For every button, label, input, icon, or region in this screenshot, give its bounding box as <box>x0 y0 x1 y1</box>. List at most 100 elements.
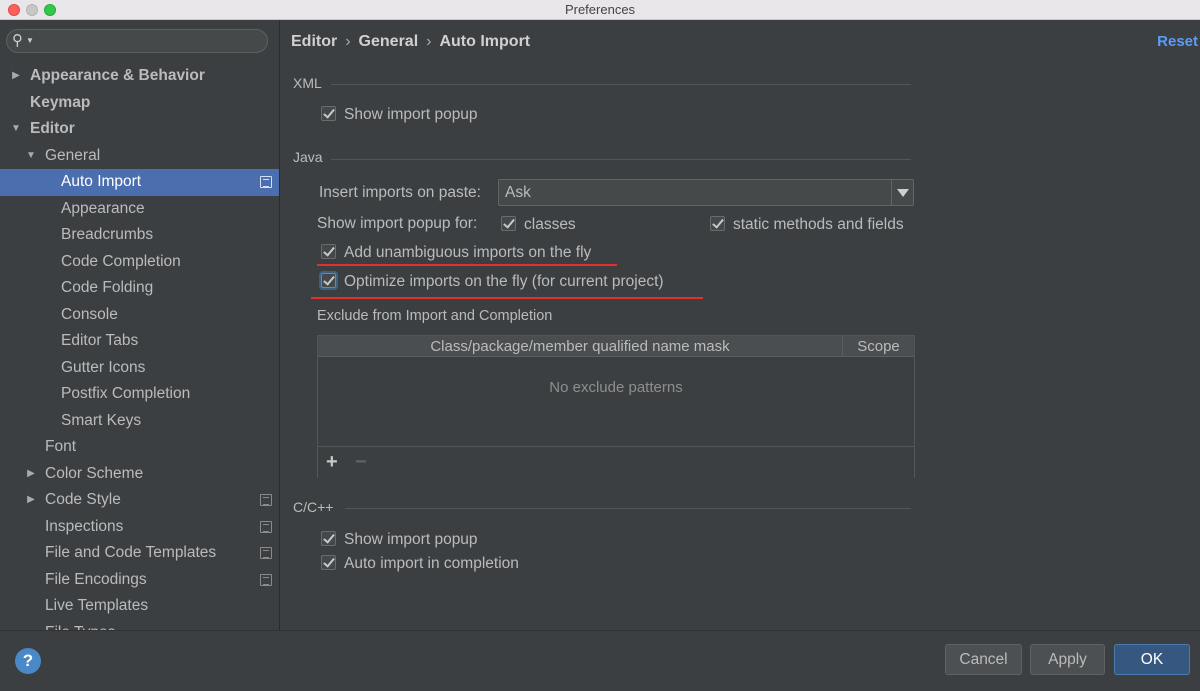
sidebar-item-label: File and Code Templates <box>45 544 217 561</box>
project-scope-icon <box>260 176 272 188</box>
breadcrumb: Editor › General › Auto Import <box>291 33 530 51</box>
xml-show-import-popup-checkbox[interactable]: Show import popup <box>321 105 478 125</box>
exclude-patterns-table[interactable]: Class/package/member qualified name mask… <box>317 335 915 478</box>
add-unambiguous-imports-checkbox[interactable]: Add unambiguous imports on the fly <box>321 243 591 263</box>
sidebar-item-editor-tabs[interactable]: Editor Tabs <box>0 328 279 355</box>
java-section-title: Java <box>293 149 323 165</box>
exclude-section-title: Exclude from Import and Completion <box>317 308 553 324</box>
project-scope-icon <box>260 547 272 559</box>
xml-section-title: XML <box>293 75 322 91</box>
sidebar-item-code-style[interactable]: ▶ Code Style <box>0 487 279 514</box>
window-title: Preferences <box>564 2 636 17</box>
sidebar-item-gutter-icons[interactable]: Gutter Icons <box>0 355 279 382</box>
checkbox-checked-icon <box>710 216 725 231</box>
collapsed-arrow-icon[interactable]: ▶ <box>25 461 37 487</box>
sidebar-item-live-templates[interactable]: Live Templates <box>0 593 279 620</box>
breadcrumb-separator: › <box>426 33 432 50</box>
red-underline-annotation <box>317 264 617 266</box>
xml-show-import-popup-label: Show import popup <box>344 106 478 123</box>
optimize-imports-label: Optimize imports on the fly (for current… <box>344 273 664 290</box>
static-methods-label: static methods and fields <box>733 216 904 233</box>
sidebar-item-auto-import[interactable]: Auto Import <box>0 169 279 196</box>
sidebar-item-label: Console <box>61 305 118 323</box>
sidebar-item-label: Inspections <box>45 517 124 535</box>
sidebar-item-label: Code Completion <box>61 252 181 270</box>
apply-button[interactable]: Apply <box>1030 644 1105 675</box>
insert-imports-value: Ask <box>505 184 531 201</box>
xml-section-divider <box>331 84 911 85</box>
java-section-divider <box>331 159 911 160</box>
sidebar-item-label: Smart Keys <box>61 411 142 429</box>
sidebar-item-label: File Encodings <box>45 570 147 588</box>
checkbox-checked-icon <box>501 216 516 231</box>
classes-checkbox[interactable]: classes <box>501 215 576 235</box>
expanded-arrow-icon[interactable]: ▼ <box>25 143 37 169</box>
breadcrumb-auto-import: Auto Import <box>439 33 531 50</box>
breadcrumb-general: General <box>358 33 419 50</box>
sidebar-item-console[interactable]: Console <box>0 302 279 329</box>
search-input[interactable]: ⚲ ▼ <box>6 29 268 53</box>
cpp-show-import-popup-checkbox[interactable]: Show import popup <box>321 530 478 550</box>
sidebar-item-label: Live Templates <box>45 597 149 614</box>
project-scope-icon <box>260 573 272 586</box>
remove-pattern-button[interactable]: − <box>355 451 367 474</box>
help-icon[interactable]: ? <box>15 648 41 674</box>
cpp-section-divider <box>345 508 911 509</box>
sidebar-item-code-folding[interactable]: Code Folding <box>0 275 279 302</box>
search-history-dropdown-icon[interactable]: ▼ <box>26 36 34 45</box>
sidebar-item-label: Keymap <box>30 93 91 111</box>
sidebar-item-inspections[interactable]: Inspections <box>0 514 279 541</box>
ok-button[interactable]: OK <box>1114 644 1190 675</box>
checkbox-checked-icon <box>321 273 336 288</box>
insert-imports-select[interactable]: Ask <box>498 179 914 206</box>
sidebar-item-label: File Types <box>45 620 115 631</box>
search-icon: ⚲ <box>12 32 23 49</box>
sidebar-item-file-types[interactable]: File Types <box>0 620 279 631</box>
sidebar-item-general[interactable]: ▼ General <box>0 143 279 170</box>
title-bar: Preferences <box>0 0 1200 20</box>
chevron-down-icon[interactable] <box>891 180 913 205</box>
sidebar-item-keymap[interactable]: Keymap <box>0 90 279 117</box>
cpp-auto-import-completion-checkbox[interactable]: Auto import in completion <box>321 554 519 574</box>
static-methods-checkbox[interactable]: static methods and fields <box>710 215 904 235</box>
cpp-section-title: C/C++ <box>293 499 334 515</box>
reset-link[interactable]: Reset <box>1157 33 1198 50</box>
expanded-arrow-icon[interactable]: ▼ <box>10 116 22 142</box>
sidebar-item-label: Font <box>45 438 77 455</box>
classes-label: classes <box>524 216 576 233</box>
insert-imports-label: Insert imports on paste: <box>319 184 481 201</box>
collapsed-arrow-icon[interactable]: ▶ <box>25 487 37 513</box>
project-scope-icon <box>260 520 272 533</box>
auto-import-panel: Editor › General › Auto Import Reset XML Sho… <box>281 20 1200 630</box>
sidebar-item-label: General <box>45 146 101 164</box>
sidebar-item-appearance[interactable]: Appearance <box>0 196 279 223</box>
checkbox-checked-icon <box>321 555 336 570</box>
show-popup-for-label: Show import popup for: <box>317 215 478 232</box>
sidebar-item-breadcrumbs[interactable]: Breadcrumbs <box>0 222 279 249</box>
sidebar-item-color-scheme[interactable]: ▶ Color Scheme <box>0 461 279 488</box>
sidebar-item-label: Editor Tabs <box>61 332 139 349</box>
sidebar-item-file-encodings[interactable]: File Encodings <box>0 567 279 594</box>
sidebar-item-code-completion[interactable]: Code Completion <box>0 249 279 276</box>
scope-column-header[interactable]: Scope <box>843 336 914 357</box>
optimize-imports-checkbox[interactable]: Optimize imports on the fly (for current… <box>321 272 664 292</box>
red-underline-annotation <box>311 297 703 299</box>
sidebar-item-font[interactable]: Font <box>0 434 279 461</box>
add-pattern-button[interactable]: + <box>326 451 338 474</box>
checkbox-checked-icon <box>321 106 336 121</box>
mask-column-header[interactable]: Class/package/member qualified name mask <box>318 336 843 357</box>
sidebar-item-label: Postfix Completion <box>61 385 191 402</box>
project-scope-icon <box>260 494 272 506</box>
cancel-button[interactable]: Cancel <box>945 644 1022 675</box>
sidebar-item-appearance-behavior[interactable]: ▶ Appearance & Behavior <box>0 63 279 90</box>
sidebar-item-editor[interactable]: ▼ Editor <box>0 116 279 143</box>
sidebar-item-postfix-completion[interactable]: Postfix Completion <box>0 381 279 408</box>
sidebar-item-label: Appearance <box>61 199 145 217</box>
sidebar-item-label: Auto Import <box>61 173 142 190</box>
sidebar-item-label: Code Style <box>45 491 121 508</box>
sidebar-item-file-and-code-templates[interactable]: File and Code Templates <box>0 540 279 567</box>
sidebar-item-smart-keys[interactable]: Smart Keys <box>0 408 279 435</box>
sidebar-item-label: Breadcrumbs <box>61 226 154 243</box>
sidebar-item-label: Color Scheme <box>45 464 144 482</box>
collapsed-arrow-icon[interactable]: ▶ <box>10 63 22 89</box>
